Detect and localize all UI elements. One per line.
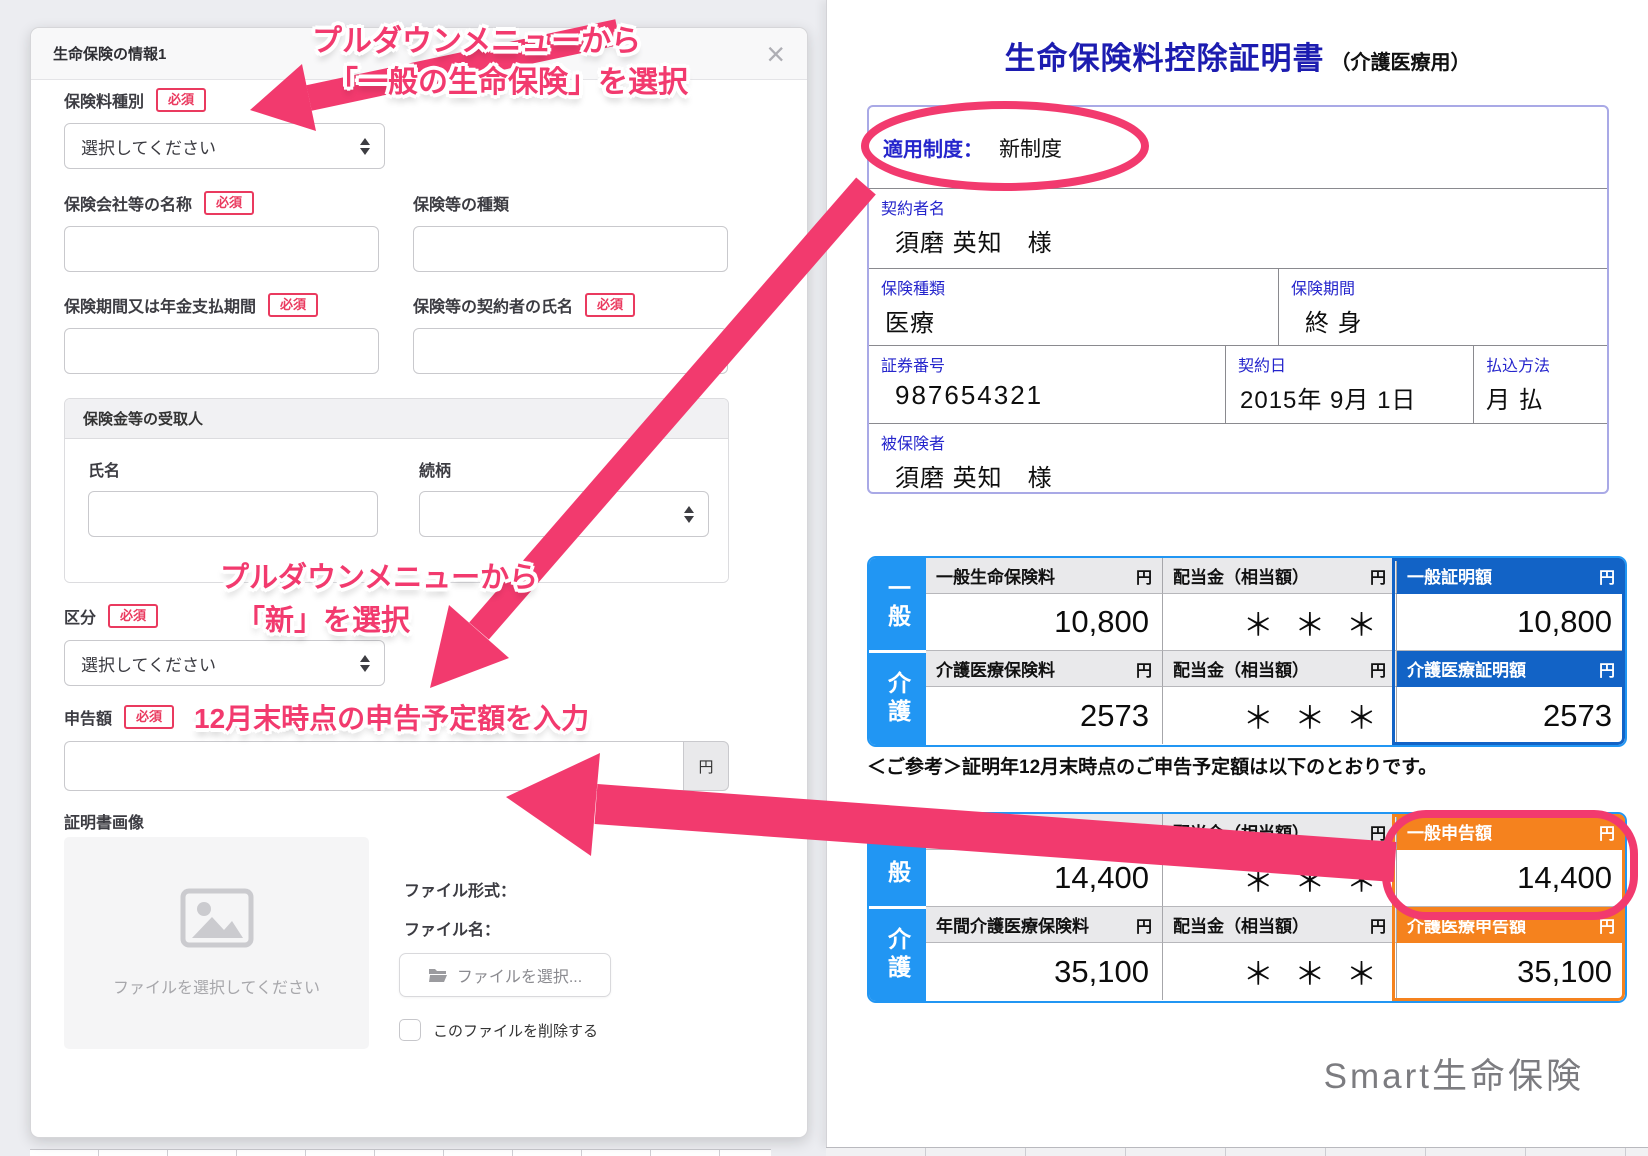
- table-side-labels: 一般 介護: [869, 814, 926, 1001]
- certificate-image-dropzone[interactable]: ファイルを選択してください: [64, 837, 369, 1049]
- category-label: 区分 必須: [64, 604, 158, 628]
- policy-row: 証券番号 987654321 契約日 2015年 9月 1日 払込方法 月 払: [869, 346, 1607, 424]
- contractor-row: 契約者名 須磨 英知 様: [869, 189, 1607, 269]
- certificate-panel: 生命保険料控除証明書（介護医療用） 適用制度： 新制度 契約者名 須磨 英知 様…: [826, 0, 1648, 1147]
- file-select-button[interactable]: ファイルを選択...: [399, 953, 611, 997]
- table-header-row: 介護医療保険料円 配当金（相当額）円 介護医療証明額円: [926, 651, 1625, 687]
- beneficiary-name-input[interactable]: [88, 491, 378, 537]
- select-updown-icon: [360, 138, 370, 155]
- file-drop-placeholder: ファイルを選択してください: [113, 974, 320, 998]
- beneficiary-group: 保険金等の受取人 氏名 続柄: [64, 398, 729, 583]
- period-input[interactable]: [64, 328, 379, 374]
- beneficiary-relation-label: 続柄: [419, 457, 451, 481]
- type-period-row: 保険種類 医療 保険期間 終 身: [869, 269, 1607, 346]
- modal-title: 生命保険の情報1: [53, 43, 166, 64]
- premium-type-label: 保険料種別 必須: [64, 88, 206, 112]
- table-side-labels: 一般 介護: [869, 558, 926, 745]
- required-badge: 必須: [585, 293, 635, 317]
- cutoff-content-strip-left: [30, 1149, 771, 1156]
- table-header-row: 年間一般生命保険料円 配当金（相当額）円 一般申告額円: [926, 814, 1625, 850]
- close-icon[interactable]: ×: [766, 38, 785, 70]
- required-badge: 必須: [156, 88, 206, 112]
- table-header-row: 年間介護医療保険料円 配当金（相当額）円 介護医療申告額円: [926, 907, 1625, 943]
- table-value-row: 2573 ＊ ＊ ＊ 2573: [926, 687, 1625, 744]
- beneficiary-name-label: 氏名: [88, 457, 120, 481]
- certificate-title: 生命保険料控除証明書（介護医療用）: [827, 33, 1648, 78]
- required-badge: 必須: [124, 705, 174, 729]
- select-updown-icon: [360, 655, 370, 672]
- premium-type-select[interactable]: 選択してください: [64, 123, 385, 169]
- required-badge: 必須: [108, 604, 158, 628]
- delete-file-checkbox[interactable]: [399, 1019, 421, 1041]
- contractor-input[interactable]: [413, 328, 728, 374]
- category-select[interactable]: 選択してください: [64, 640, 385, 686]
- table-value-row: 10,800 ＊ ＊ ＊ 10,800: [926, 594, 1625, 651]
- required-badge: 必須: [268, 293, 318, 317]
- certificate-info-box: 適用制度： 新制度 契約者名 須磨 英知 様 保険種類 医療 保険期間 終 身 …: [867, 105, 1609, 494]
- kind-input[interactable]: [413, 226, 728, 272]
- certificate-image-label: 証明書画像: [64, 809, 144, 833]
- planned-amount-table: 一般 介護 年間一般生命保険料円 配当金（相当額）円 一般申告額円 14,400…: [867, 812, 1627, 1003]
- insurance-info-modal: 生命保険の情報1 × 保険料種別 必須 選択してください 保険会社等の名称 必須…: [30, 27, 808, 1138]
- system-row: 適用制度： 新制度: [869, 107, 1607, 189]
- amount-label: 申告額 必須: [64, 705, 174, 729]
- modal-header: 生命保険の情報1 ×: [31, 28, 807, 80]
- image-placeholder-icon: [180, 888, 254, 948]
- select-updown-icon: [684, 506, 694, 523]
- company-logo: Smart生命保険: [1324, 1048, 1584, 1099]
- reference-note: ＜ご参考＞証明年12月末時点のご申告予定額は以下のとおりです。: [867, 752, 1437, 779]
- amount-input-group: 円: [64, 741, 729, 791]
- insured-row: 被保険者 須磨 英知 様: [869, 424, 1607, 492]
- beneficiary-group-header: 保険金等の受取人: [65, 399, 728, 439]
- file-name-label: ファイル名：: [404, 916, 500, 940]
- kind-label: 保険等の種類: [413, 191, 509, 215]
- contractor-label: 保険等の契約者の氏名 必須: [413, 293, 635, 317]
- table-value-row: 14,400 ＊ ＊ ＊ 14,400: [926, 850, 1625, 907]
- folder-open-icon: [428, 967, 448, 983]
- amount-input[interactable]: [64, 741, 683, 791]
- yen-suffix: 円: [683, 741, 729, 791]
- certified-amount-table: 一般 介護 一般生命保険料円 配当金（相当額）円 一般証明額円 10,800 ＊…: [867, 556, 1627, 747]
- beneficiary-relation-select[interactable]: [419, 491, 709, 537]
- period-label: 保険期間又は年金支払期間 必須: [64, 293, 318, 317]
- company-label: 保険会社等の名称 必須: [64, 191, 254, 215]
- delete-file-label: このファイルを削除する: [433, 1020, 598, 1041]
- file-format-label: ファイル形式：: [404, 877, 516, 901]
- delete-file-row: このファイルを削除する: [399, 1019, 598, 1041]
- company-input[interactable]: [64, 226, 379, 272]
- cutoff-content-strip-right: [826, 1147, 1648, 1156]
- table-value-row: 35,100 ＊ ＊ ＊ 35,100: [926, 943, 1625, 1000]
- table-header-row: 一般生命保険料円 配当金（相当額）円 一般証明額円: [926, 558, 1625, 594]
- required-badge: 必須: [204, 191, 254, 215]
